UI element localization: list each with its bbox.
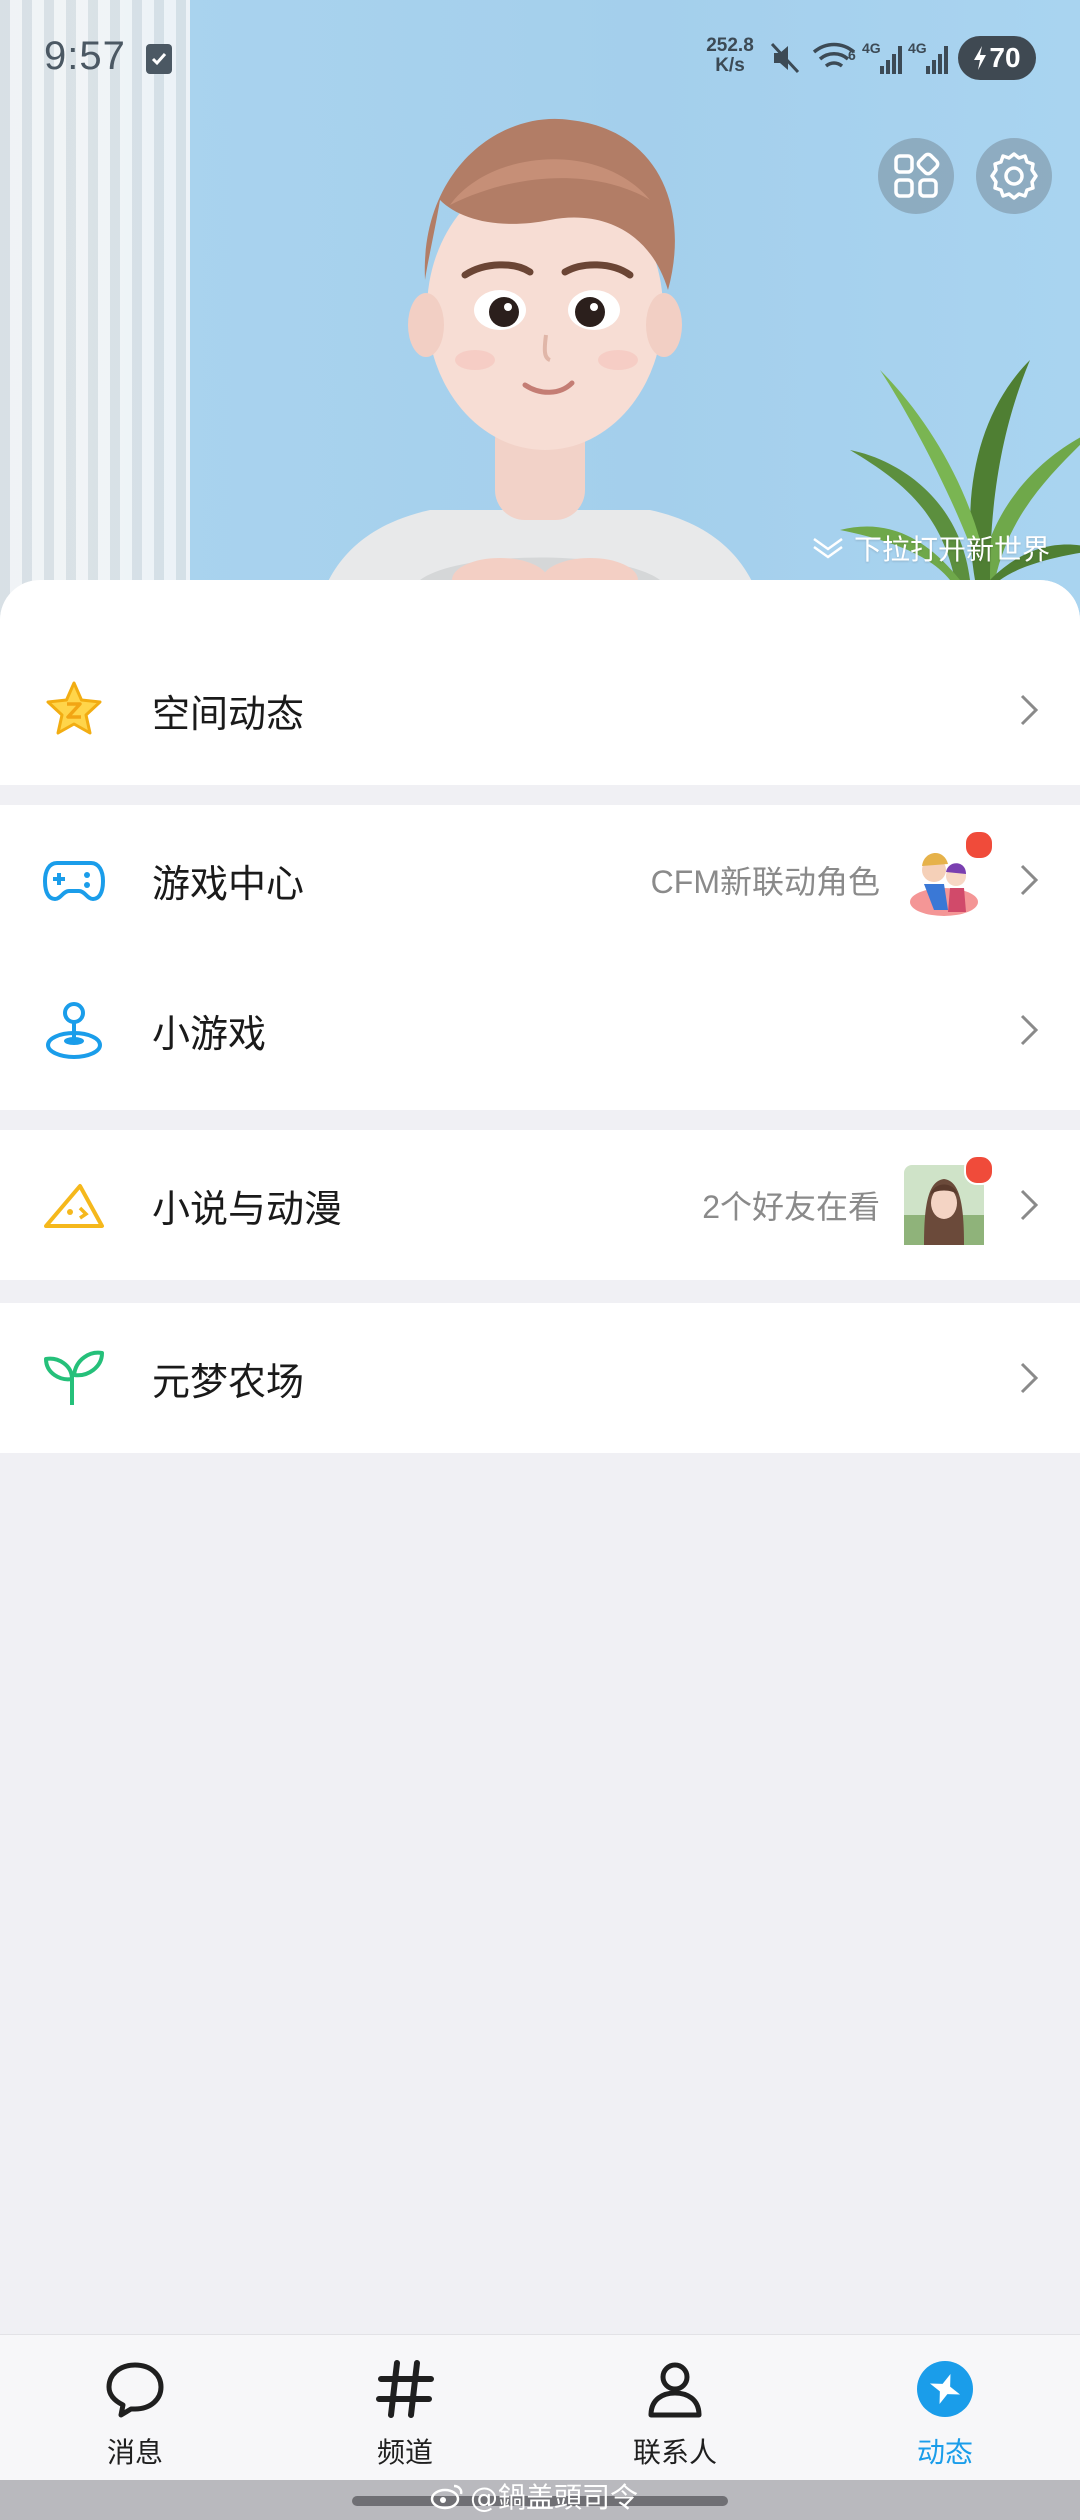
menu-item-subtitle: 2个好友在看 — [702, 1189, 880, 1225]
chevron-right-icon — [1020, 864, 1039, 896]
grid-icon — [894, 152, 940, 198]
signal-1-label: 4G — [862, 40, 881, 56]
tab-label: 联系人 — [632, 2436, 717, 2469]
wifi-6-label: 6 — [848, 47, 856, 63]
menu-item-novels-anime[interactable]: 小说与动漫 2个好友在看 — [0, 1130, 1080, 1280]
settings-button[interactable] — [976, 138, 1052, 214]
battery-indicator: 70 — [958, 36, 1036, 80]
menu-item-game-center[interactable]: 游戏中心 CFM新联动角色 — [0, 805, 1080, 955]
menu-item-subtitle: CFM新联动角色 — [650, 864, 880, 900]
weibo-logo-icon — [430, 2484, 463, 2510]
joystick-icon — [42, 998, 106, 1062]
tab-label: 频道 — [376, 2436, 433, 2469]
card-qzone: 空间动态 — [0, 580, 1080, 785]
tab-contacts[interactable]: 联系人 — [540, 2335, 810, 2481]
menu-item-title: 小游戏 — [152, 1011, 267, 1056]
star-compass-icon — [917, 2361, 973, 2417]
tab-moments[interactable]: 动态 — [810, 2335, 1080, 2481]
menu-item-mini-games[interactable]: 小游戏 — [0, 955, 1080, 1105]
bottom-tab-bar: 消息 频道 联系人 动态 — [0, 2334, 1080, 2481]
menu-item-title: 空间动态 — [152, 691, 305, 736]
notification-dot — [964, 830, 994, 860]
status-time: 9:57 — [44, 34, 126, 78]
pull-hint-text: 下拉打开新世界 — [853, 533, 1050, 566]
menu-item-title: 小说与动漫 — [152, 1186, 343, 1231]
tab-label: 动态 — [916, 2436, 973, 2469]
game-promo-thumbnail — [904, 830, 994, 920]
menu-item-title: 游戏中心 — [152, 861, 305, 906]
status-bar: 9:57 252.8 K/s 6 4G 4G 70 — [0, 0, 1080, 120]
feature-sheet: 空间动态 游戏中心 CFM新联动角色 小游戏 小说与动漫 2个好友在看 元梦农场 — [0, 580, 1080, 2340]
chevron-right-icon — [1020, 1014, 1039, 1046]
hash-icon — [376, 2360, 434, 2418]
menu-item-title: 元梦农场 — [152, 1359, 305, 1404]
book-icon — [42, 1173, 106, 1237]
watermark: @鍋盖頭司令 — [430, 2476, 638, 2516]
menu-item-qzone[interactable]: 空间动态 — [0, 635, 1080, 785]
chevron-right-icon — [1020, 1189, 1039, 1221]
novel-promo-thumbnail — [904, 1155, 994, 1245]
chevron-right-icon — [1020, 694, 1039, 726]
notification-check-icon — [146, 44, 172, 74]
signal-1-icon: 4G — [862, 40, 902, 74]
notification-dot — [964, 1155, 994, 1185]
charging-bolt-icon — [974, 46, 987, 70]
mute-icon — [770, 42, 800, 74]
chat-bubble-icon — [106, 2362, 164, 2418]
menu-item-yuanmeng-farm[interactable]: 元梦农场 — [0, 1303, 1080, 1453]
battery-level: 70 — [989, 42, 1021, 73]
avatar-illustration — [311, 118, 769, 640]
card-farm: 元梦农场 — [0, 1303, 1080, 1453]
tab-channels[interactable]: 频道 — [270, 2335, 540, 2481]
card-games: 游戏中心 CFM新联动角色 小游戏 — [0, 805, 1080, 1110]
pull-down-hint: 下拉打开新世界 — [810, 528, 1050, 568]
grid-apps-button[interactable] — [878, 138, 954, 214]
signal-2-label: 4G — [908, 40, 927, 56]
signal-2-icon: 4G — [908, 40, 948, 74]
gear-icon — [990, 152, 1038, 200]
tab-messages[interactable]: 消息 — [0, 2335, 270, 2481]
card-novels: 小说与动漫 2个好友在看 — [0, 1130, 1080, 1280]
person-icon — [648, 2362, 702, 2418]
tab-label: 消息 — [106, 2436, 163, 2469]
star-z-icon — [42, 678, 106, 742]
network-speed: 252.8 K/s — [706, 35, 754, 76]
gamepad-icon — [42, 848, 106, 912]
double-chevron-down-icon — [813, 537, 843, 559]
sprout-icon — [42, 1346, 106, 1410]
hero-banner[interactable]: 9:57 252.8 K/s 6 4G 4G 70 下拉打开新世界 — [0, 0, 1080, 640]
wifi-icon: 6 — [812, 42, 856, 68]
watermark-text: @鍋盖頭司令 — [470, 2481, 639, 2514]
chevron-right-icon — [1020, 1362, 1039, 1394]
